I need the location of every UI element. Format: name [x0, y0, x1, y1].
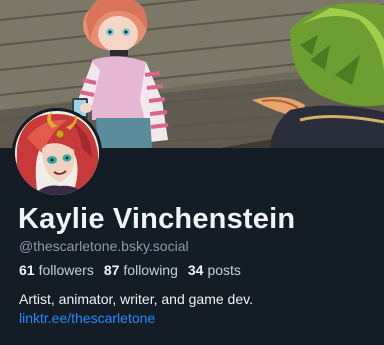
following-count: 87	[103, 262, 120, 278]
profile-stats: 61 followers 87 following 34 posts	[19, 262, 241, 278]
posts-label: posts	[207, 262, 241, 278]
profile-bio: Artist, animator, writer, and game dev.	[19, 291, 253, 307]
avatar[interactable]	[12, 108, 102, 198]
following-stat[interactable]: 87 following	[104, 262, 178, 278]
display-name: Kaylie Vinchenstein	[18, 203, 296, 235]
posts-count: 34	[187, 262, 204, 278]
followers-count: 61	[19, 262, 35, 278]
profile-link[interactable]: linktr.ee/thescarletone	[19, 310, 155, 326]
posts-stat: 34 posts	[188, 262, 241, 278]
profile-handle: @thescarletone.bsky.social	[19, 238, 189, 254]
followers-label: followers	[38, 262, 94, 278]
following-label: following	[123, 262, 178, 278]
avatar-image	[12, 108, 102, 198]
followers-stat[interactable]: 61 followers	[19, 262, 94, 278]
